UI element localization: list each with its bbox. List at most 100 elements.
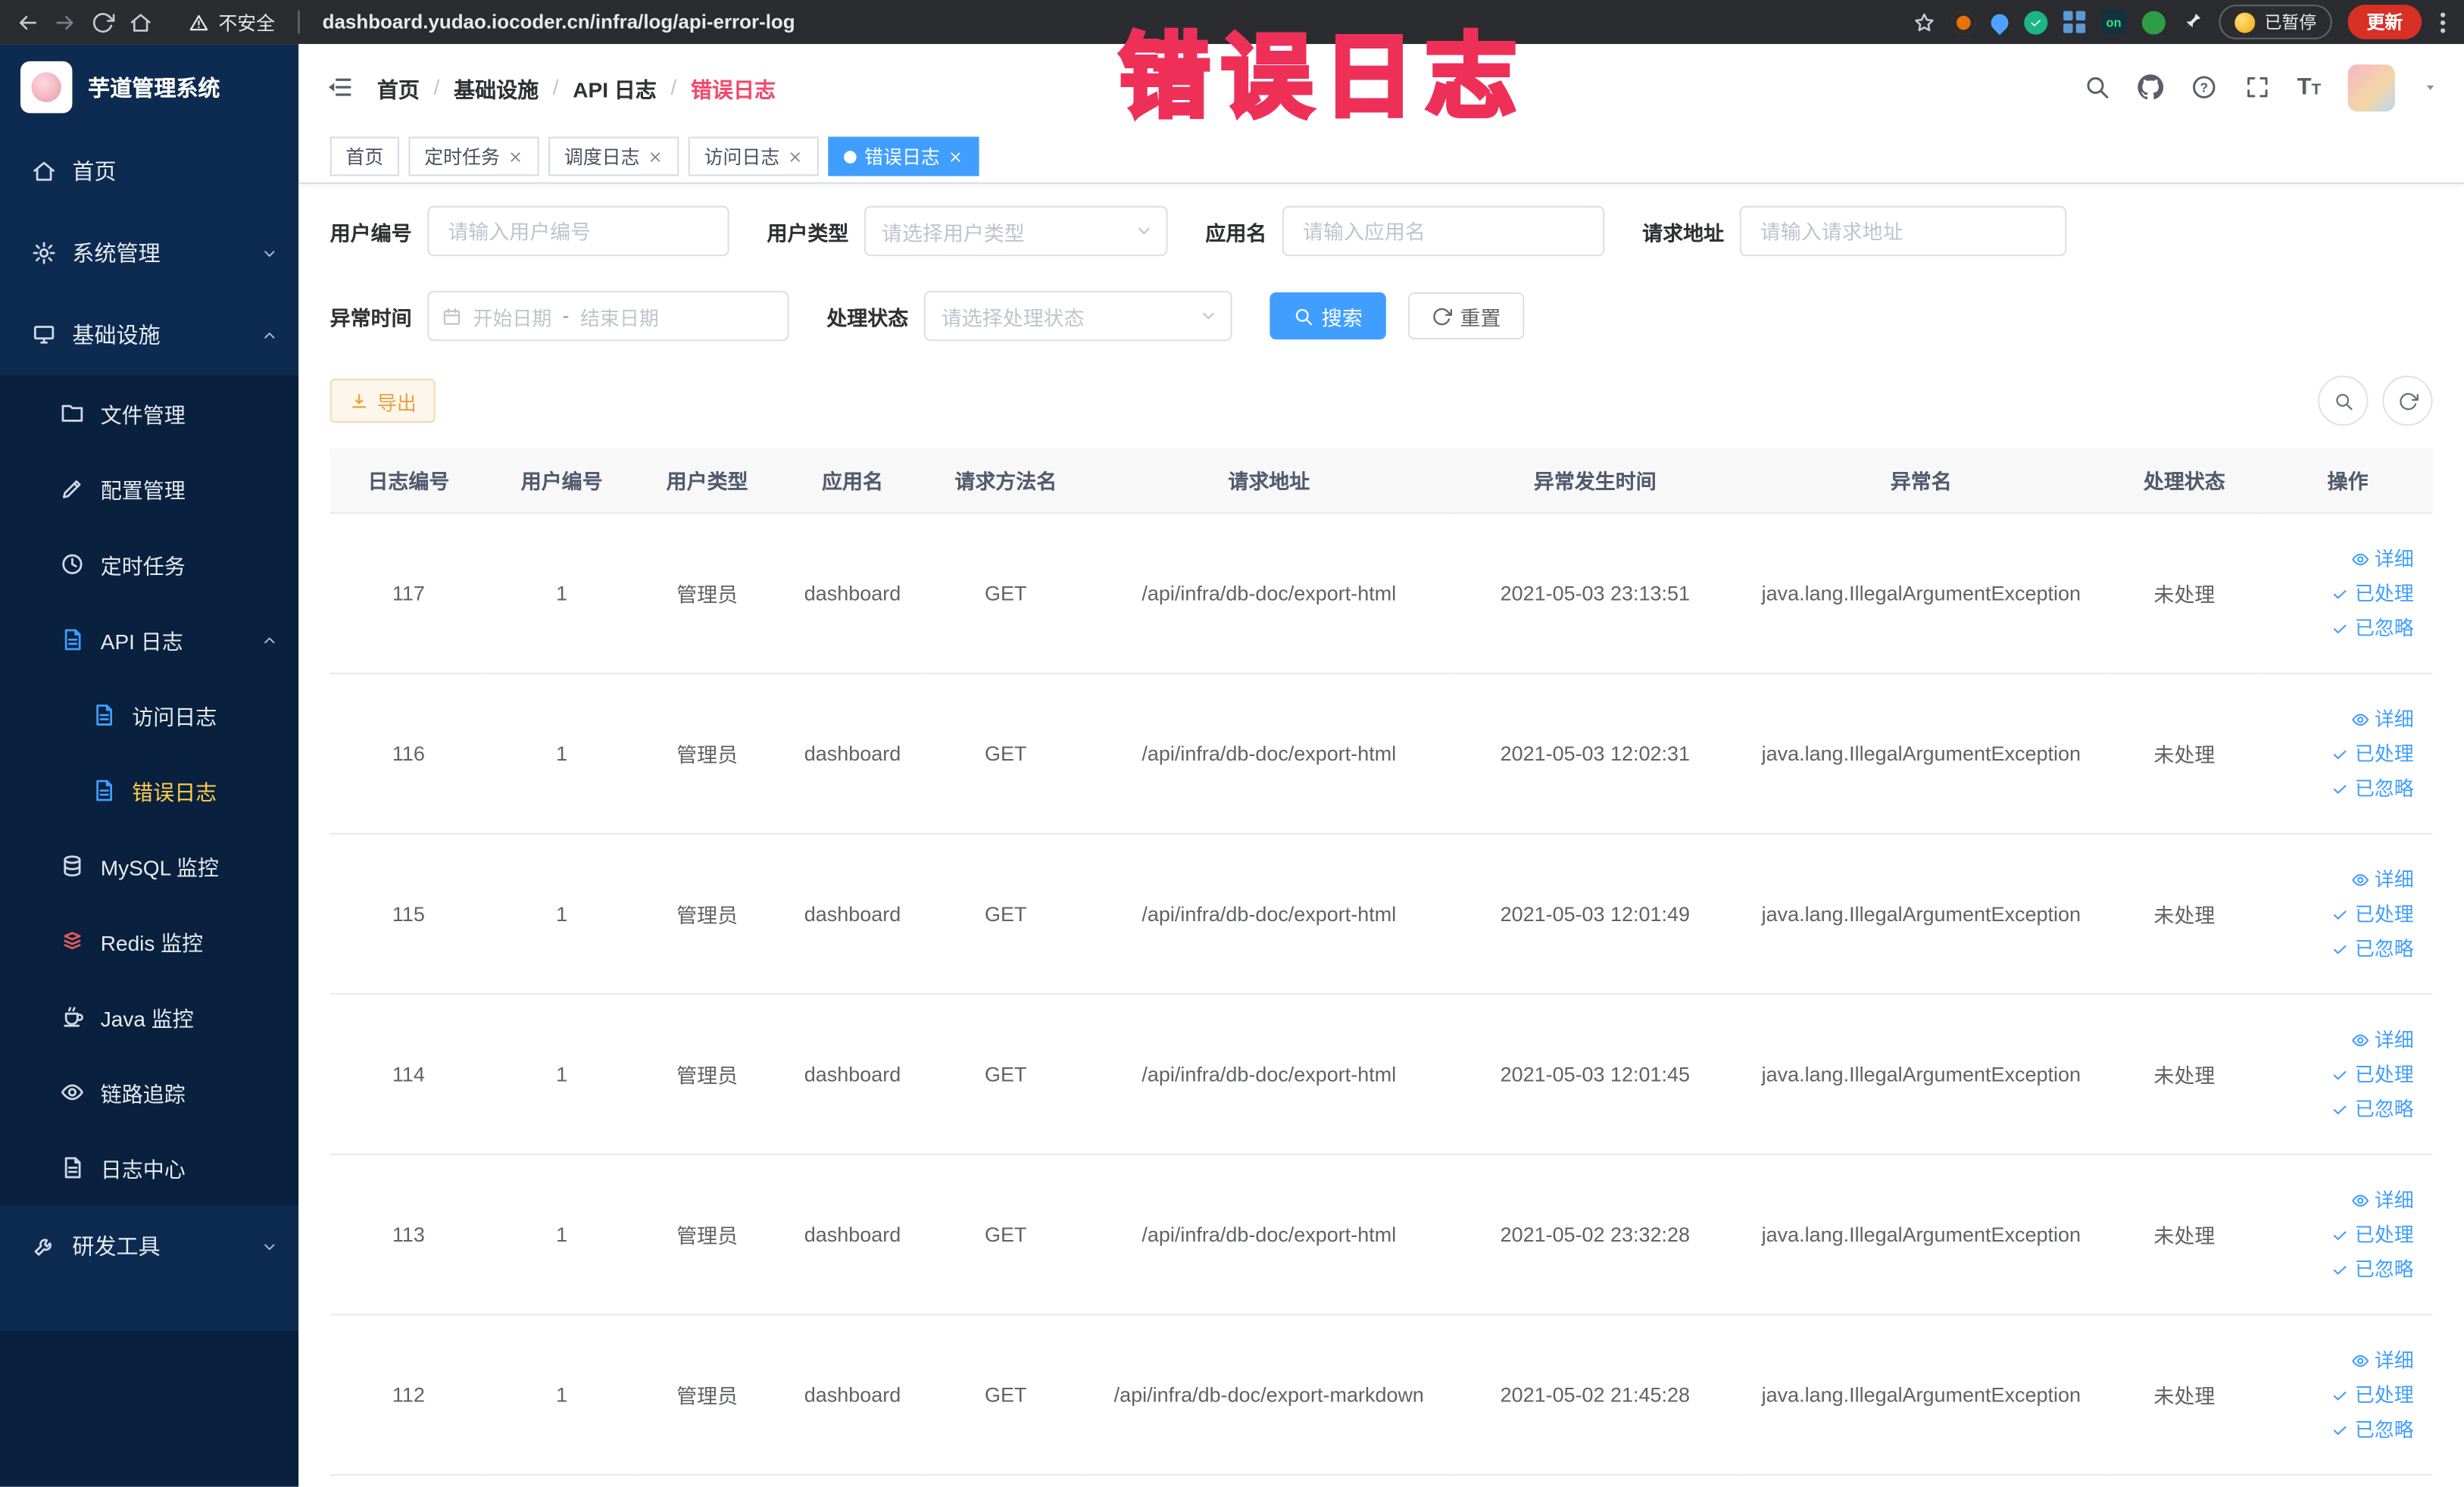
breadcrumb-home[interactable]: 首页 (377, 71, 420, 102)
refresh-table-button[interactable] (2382, 375, 2433, 426)
browser-reload-icon[interactable] (91, 10, 114, 33)
sidebar-item-log-center[interactable]: 日志中心 (0, 1129, 299, 1206)
collapse-sidebar-icon[interactable] (323, 72, 353, 102)
exception-time-range-picker[interactable]: 开始日期 - 结束日期 (427, 290, 789, 342)
sidebar-item-access-log[interactable]: 访问日志 (0, 677, 299, 753)
tab-schedule-log[interactable]: 调度日志 (548, 136, 679, 177)
java-cup-icon (60, 1004, 85, 1029)
extension-on-icon[interactable]: on (2100, 9, 2127, 35)
paused-label: 已暂停 (2264, 14, 2317, 33)
detail-link[interactable]: 详细 (2269, 1182, 2414, 1217)
mark-processed-link[interactable]: 已处理 (2269, 1377, 2414, 1412)
mark-ignored-link[interactable]: 已忽略 (2269, 1412, 2414, 1447)
detail-link[interactable]: 详细 (2269, 1343, 2414, 1378)
sidebar-item-mysql-monitor[interactable]: MySQL 监控 (0, 828, 299, 904)
sidebar-item-java-monitor[interactable]: Java 监控 (0, 979, 299, 1055)
filter-request-url: 请求地址 (1642, 205, 2067, 257)
browser-back-icon[interactable] (16, 10, 39, 33)
bookmark-star-icon[interactable] (1913, 10, 1936, 33)
doc-icon (60, 1155, 85, 1180)
sidebar-item-infrastructure[interactable]: 基础设施 (0, 294, 298, 376)
mark-ignored-link[interactable]: 已忽略 (2269, 1092, 2414, 1126)
close-icon[interactable] (788, 148, 804, 164)
fullscreen-icon[interactable] (2244, 74, 2270, 101)
tab-scheduled-jobs[interactable]: 定时任务 (408, 136, 539, 177)
address-url[interactable]: dashboard.yudao.iocoder.cn/infra/log/api… (323, 11, 1899, 33)
breadcrumb-infrastructure[interactable]: 基础设施 (454, 71, 539, 102)
tab-error-log[interactable]: 错误日志 (828, 136, 979, 177)
detail-link[interactable]: 详细 (2269, 1023, 2414, 1057)
check-icon (2331, 1065, 2350, 1084)
sidebar-item-home[interactable]: 首页 (0, 130, 298, 212)
search-icon (2333, 391, 2353, 411)
detail-link[interactable]: 详细 (2269, 862, 2414, 897)
github-icon[interactable] (2137, 74, 2163, 101)
font-size-icon[interactable]: TT (2297, 74, 2322, 101)
user-id-input-box (427, 205, 729, 257)
detail-link[interactable]: 详细 (2269, 542, 2414, 576)
search-icon[interactable] (2083, 74, 2110, 101)
app-header: 首页 / 基础设施 / API 日志 / 错误日志 TT (298, 44, 2464, 131)
request-url-input[interactable] (1757, 217, 2050, 245)
browser-home-icon[interactable] (129, 10, 152, 33)
avatar-caret-icon[interactable] (2422, 79, 2439, 96)
mark-processed-link[interactable]: 已处理 (2269, 736, 2414, 771)
mark-ignored-link[interactable]: 已忽略 (2269, 771, 2414, 806)
extension-check-icon[interactable] (2024, 10, 2048, 34)
mark-processed-link[interactable]: 已处理 (2269, 1217, 2414, 1252)
paused-badge[interactable]: 已暂停 (2219, 5, 2332, 39)
mark-processed-link[interactable]: 已处理 (2269, 1057, 2414, 1092)
calendar-icon (442, 306, 462, 326)
help-icon[interactable] (2191, 74, 2217, 101)
security-chip[interactable]: 不安全 (189, 8, 275, 35)
sidebar-item-error-log[interactable]: 错误日志 (0, 752, 299, 829)
tab-access-log[interactable]: 访问日志 (688, 136, 820, 177)
tab-home[interactable]: 首页 (329, 136, 400, 177)
sidebar-item-file-management[interactable]: 文件管理 (0, 375, 299, 451)
filter-row-1: 用户编号 用户类型 请选择用户类型 应用名 (330, 205, 2433, 257)
detail-link[interactable]: 详细 (2269, 701, 2414, 736)
sidebar-item-trace[interactable]: 链路追踪 (0, 1054, 299, 1130)
extensions-pin-icon[interactable] (2181, 11, 2203, 33)
sidebar-item-redis-monitor[interactable]: Redis 监控 (0, 903, 299, 979)
mark-ignored-link[interactable]: 已忽略 (2269, 1251, 2414, 1286)
mark-processed-link[interactable]: 已处理 (2269, 576, 2414, 611)
user-type-select[interactable]: 请选择用户类型 (864, 205, 1168, 257)
mark-ignored-link[interactable]: 已忽略 (2269, 931, 2414, 966)
process-status-select[interactable]: 请选择处理状态 (923, 290, 1232, 342)
sidebar-item-system-management[interactable]: 系统管理 (0, 212, 298, 294)
check-icon (2331, 618, 2350, 637)
sidebar-item-scheduled-jobs[interactable]: 定时任务 (0, 526, 299, 602)
chevron-up-icon (261, 631, 278, 648)
browser-forward-icon[interactable] (54, 10, 77, 33)
chrome-update-button[interactable]: 更新 (2347, 5, 2422, 39)
search-button[interactable]: 搜索 (1269, 292, 1386, 340)
avatar[interactable] (2347, 64, 2395, 111)
app-name-input[interactable] (1299, 217, 1588, 245)
user-id-input[interactable] (445, 217, 712, 245)
eye-icon (2351, 549, 2370, 568)
extension-grid-icon[interactable] (2063, 11, 2086, 33)
check-icon (2331, 939, 2350, 958)
breadcrumb-api-log[interactable]: API 日志 (573, 71, 657, 102)
extension-orange-icon[interactable] (1951, 10, 1975, 34)
sidebar-item-config-management[interactable]: 配置管理 (0, 451, 299, 527)
export-button[interactable]: 导出 (329, 379, 436, 423)
mark-processed-link[interactable]: 已处理 (2269, 897, 2414, 932)
extension-drop-icon[interactable] (1987, 9, 2013, 35)
check-icon (2331, 1099, 2350, 1118)
close-icon[interactable] (648, 148, 664, 164)
download-icon (349, 391, 370, 411)
table-row: 117 1 管理员 dashboard GET /api/infra/db-do… (329, 513, 2433, 675)
extension-green-icon[interactable] (2141, 10, 2166, 34)
sidebar-item-dev-tools[interactable]: 研发工具 (0, 1205, 298, 1287)
browser-menu-icon[interactable] (2437, 8, 2449, 35)
sidebar-item-api-log[interactable]: API 日志 (0, 601, 299, 678)
table-row: 112 1 管理员 dashboard GET /api/infra/db-do… (329, 1314, 2433, 1476)
mark-ignored-link[interactable]: 已忽略 (2269, 611, 2414, 645)
close-icon[interactable] (948, 148, 963, 164)
close-icon[interactable] (507, 148, 523, 164)
sidebar-logo[interactable]: 芋道管理系统 (0, 44, 298, 130)
toggle-search-button[interactable] (2318, 375, 2369, 426)
reset-button[interactable]: 重置 (1408, 292, 1525, 340)
